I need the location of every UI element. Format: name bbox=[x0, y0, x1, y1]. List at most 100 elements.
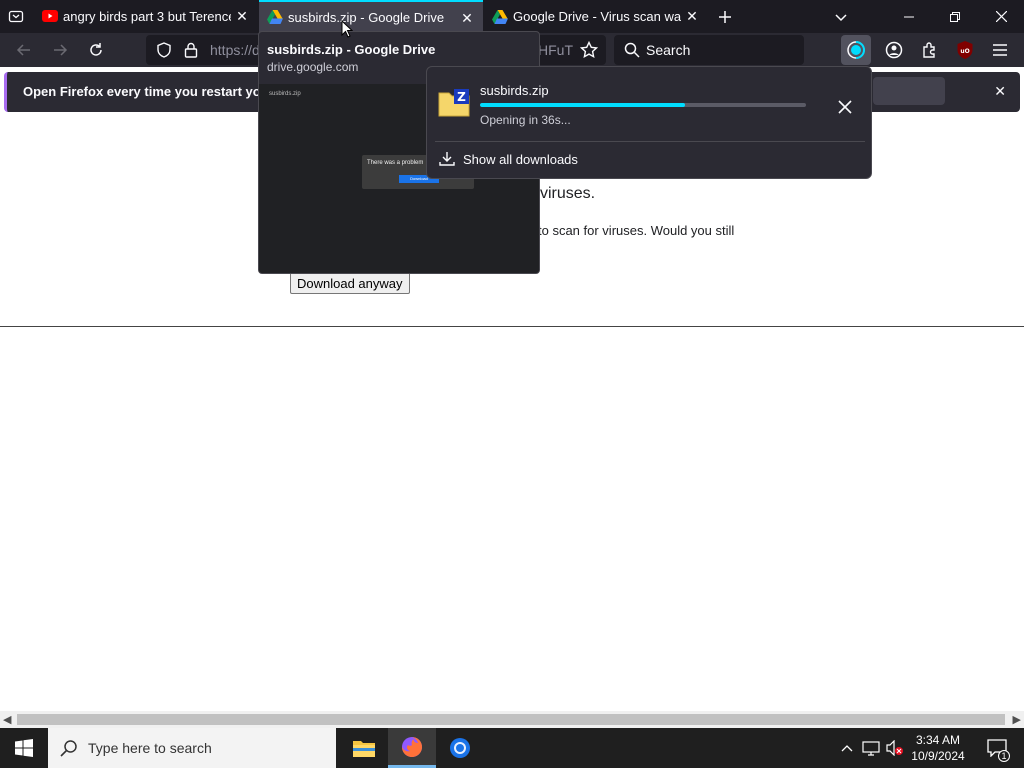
tab-title: susbirds.zip - Google Drive bbox=[288, 10, 445, 25]
plus-icon bbox=[719, 11, 731, 23]
volume-button[interactable] bbox=[884, 728, 906, 768]
close-icon[interactable]: ✕ bbox=[994, 83, 1006, 100]
google-drive-icon bbox=[492, 10, 508, 27]
windows-logo-icon bbox=[15, 739, 33, 757]
extensions-button[interactable] bbox=[918, 38, 942, 62]
preview-url: drive.google.com bbox=[267, 60, 359, 74]
download-file-name[interactable]: susbirds.zip bbox=[480, 83, 549, 98]
system-clock[interactable]: 3:34 AM 10/9/2024 bbox=[906, 732, 970, 764]
download-progress-bar bbox=[480, 103, 806, 107]
tab-virus-scan[interactable]: Google Drive - Virus scan warnin ✕ bbox=[484, 0, 708, 33]
network-icon bbox=[862, 741, 880, 756]
search-icon bbox=[60, 739, 78, 762]
search-placeholder: Search bbox=[646, 42, 691, 58]
thumbnail-dialog-text: There was a problem bbox=[367, 160, 424, 166]
hamburger-icon bbox=[993, 44, 1007, 56]
url-text: https://d bbox=[210, 42, 260, 58]
svg-text:uO: uO bbox=[960, 48, 969, 55]
mouse-cursor-icon bbox=[341, 20, 353, 38]
account-button[interactable] bbox=[882, 38, 906, 62]
back-button[interactable] bbox=[12, 38, 36, 62]
notification-count-badge: 1 bbox=[998, 750, 1010, 762]
start-button[interactable] bbox=[0, 728, 48, 768]
tracking-protection-icon[interactable] bbox=[156, 42, 172, 63]
youtube-icon bbox=[42, 10, 58, 22]
bookmark-star-icon[interactable] bbox=[579, 40, 599, 64]
restore-icon bbox=[950, 11, 960, 22]
show-hidden-icons-button[interactable] bbox=[838, 728, 856, 768]
divider bbox=[0, 326, 1024, 327]
downloads-panel: Z susbirds.zip Opening in 36s... Show al… bbox=[426, 66, 872, 179]
arrow-left-icon bbox=[16, 44, 30, 56]
preview-title: susbirds.zip - Google Drive bbox=[267, 42, 436, 57]
browser-app-icon bbox=[450, 738, 470, 758]
close-tab-icon[interactable]: ✕ bbox=[234, 8, 250, 24]
zip-file-icon: Z bbox=[438, 89, 470, 122]
volume-muted-icon bbox=[886, 740, 903, 756]
download-icon bbox=[439, 152, 455, 166]
close-icon bbox=[838, 100, 852, 114]
ublock-button[interactable]: uO bbox=[954, 38, 976, 62]
scroll-right-icon[interactable]: ▶ bbox=[1013, 713, 1021, 726]
windows-taskbar: Type here to search 3:34 AM 10/9/2024 1 bbox=[0, 728, 1024, 768]
arrow-right-icon bbox=[54, 44, 68, 56]
clock-time: 3:34 AM bbox=[915, 733, 961, 747]
tab-youtube[interactable]: angry birds part 3 but Terence - ✕ bbox=[34, 0, 258, 33]
scroll-left-icon[interactable]: ◀ bbox=[3, 713, 11, 726]
page-heading: viruses. bbox=[540, 185, 596, 202]
download-anyway-button[interactable]: Download anyway bbox=[290, 272, 410, 294]
action-center-button[interactable]: 1 bbox=[980, 728, 1014, 768]
forward-button[interactable] bbox=[48, 38, 72, 62]
downloads-button[interactable] bbox=[841, 35, 871, 65]
minimize-icon bbox=[904, 16, 914, 17]
new-tab-button[interactable] bbox=[712, 4, 738, 30]
search-icon bbox=[624, 42, 640, 63]
google-drive-icon bbox=[267, 10, 283, 27]
tab-google-drive-active[interactable]: susbirds.zip - Google Drive ✕ bbox=[259, 0, 483, 33]
ublock-icon: uO bbox=[957, 41, 973, 59]
show-all-downloads-label: Show all downloads bbox=[463, 151, 578, 167]
tab-strip: angry birds part 3 but Terence - ✕ susbi… bbox=[0, 0, 1024, 33]
tab-list-button[interactable] bbox=[4, 4, 28, 28]
scrollbar-thumb[interactable] bbox=[17, 714, 1005, 725]
account-icon bbox=[885, 41, 903, 59]
download-progress-fill bbox=[480, 103, 686, 107]
download-progress-icon bbox=[847, 41, 865, 59]
close-icon bbox=[995, 11, 1007, 22]
menu-button[interactable] bbox=[988, 38, 1012, 62]
file-explorer-button[interactable] bbox=[340, 728, 388, 768]
tab-title: Google Drive - Virus scan warnin bbox=[513, 9, 681, 24]
folder-icon bbox=[353, 741, 375, 757]
panel-divider bbox=[435, 141, 865, 142]
puzzle-icon bbox=[923, 42, 935, 58]
thumbnail-file-name: susbirds.zip bbox=[269, 91, 301, 97]
close-tab-icon[interactable]: ✕ bbox=[459, 10, 475, 26]
minimize-button[interactable] bbox=[886, 0, 932, 33]
close-window-button[interactable] bbox=[978, 0, 1024, 33]
page-message: to scan for viruses. Would you still bbox=[538, 223, 735, 238]
download-status: Opening in 36s... bbox=[480, 113, 571, 127]
reload-icon bbox=[90, 43, 102, 56]
chevron-up-icon bbox=[841, 745, 853, 752]
notification-action-button[interactable] bbox=[873, 77, 945, 105]
tab-list-icon bbox=[8, 10, 24, 23]
cancel-download-button[interactable] bbox=[833, 95, 857, 119]
reload-button[interactable] bbox=[84, 38, 108, 62]
taskbar-search-box[interactable]: Type here to search bbox=[48, 728, 336, 768]
notification-text: Open Firefox every time you restart your… bbox=[23, 84, 285, 99]
lock-icon[interactable] bbox=[184, 42, 198, 63]
taskbar-search-placeholder: Type here to search bbox=[88, 740, 212, 756]
close-tab-icon[interactable]: ✕ bbox=[684, 8, 700, 24]
firefox-icon bbox=[402, 736, 422, 757]
svg-text:Z: Z bbox=[457, 90, 466, 104]
firefox-taskbar-button[interactable] bbox=[388, 728, 436, 768]
chevron-down-icon bbox=[835, 14, 847, 22]
chrome-taskbar-button[interactable] bbox=[436, 728, 484, 768]
clock-date: 10/9/2024 bbox=[911, 749, 965, 763]
horizontal-scrollbar[interactable]: ◀ ▶ bbox=[0, 711, 1024, 728]
search-bar[interactable]: Search bbox=[614, 35, 804, 65]
list-all-tabs-button[interactable] bbox=[828, 4, 854, 30]
show-all-downloads-button[interactable]: Show all downloads bbox=[439, 149, 578, 169]
restore-button[interactable] bbox=[932, 0, 978, 33]
network-button[interactable] bbox=[860, 728, 882, 768]
